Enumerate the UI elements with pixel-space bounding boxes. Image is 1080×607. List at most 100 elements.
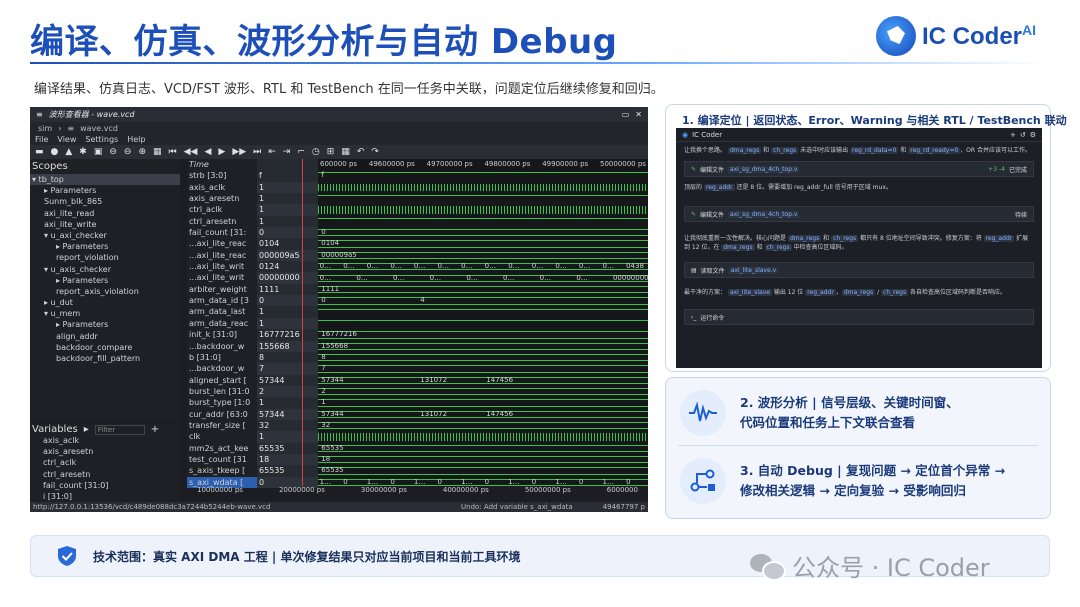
variable-item[interactable]: i [31:0]	[30, 491, 180, 502]
waveform-row[interactable]: 32	[318, 420, 648, 431]
tool-card-run-command[interactable]: ›_ 运行命令	[684, 309, 1034, 325]
signal-name[interactable]: s_axis_tkeep [	[187, 465, 257, 476]
menu-item-view[interactable]: View	[57, 135, 76, 144]
signal-name[interactable]: mm2s_act_kee	[187, 443, 257, 454]
waveform-row[interactable]: 57344 131072 147456	[318, 409, 648, 420]
waveform-row[interactable]: 65535	[318, 465, 648, 476]
toolbar-button-12[interactable]: ▶	[218, 147, 225, 157]
signal-name[interactable]: transfer_size [	[187, 420, 257, 431]
signal-name[interactable]: init_k [31:0]	[187, 329, 257, 340]
window-menu-icon[interactable]: ≡	[36, 110, 43, 119]
signal-name[interactable]: ...axi_lite_reac	[187, 250, 257, 261]
toolbar-button-16[interactable]: ⇥	[283, 147, 291, 157]
toolbar-button-2[interactable]: ▲	[65, 147, 72, 157]
scope-item[interactable]: report_axis_violation	[30, 286, 180, 297]
toolbar-button-6[interactable]: ⊖	[124, 147, 132, 157]
add-variable-icon[interactable]: +	[151, 424, 159, 435]
waveform-row[interactable]	[318, 318, 648, 329]
waveform-row[interactable]: f	[318, 170, 648, 181]
waveform-row[interactable]	[318, 204, 648, 215]
waveform-row[interactable]: 04	[318, 295, 648, 306]
signal-name[interactable]: ...axi_lite_writ	[187, 272, 257, 283]
scope-item[interactable]: Sunm_blk_865	[30, 196, 180, 207]
signal-name[interactable]: ...axi_lite_reac	[187, 238, 257, 249]
signal-name[interactable]: strb [3:0]	[187, 170, 257, 181]
signal-name[interactable]: arm_data_id [3	[187, 295, 257, 306]
scope-item[interactable]: axi_lite_read	[30, 208, 180, 219]
waveform-row[interactable]: 57344 131072 147456	[318, 375, 648, 386]
toolbar-button-21[interactable]: ↶	[357, 147, 365, 157]
waveform-row[interactable]: 0… 0… 0… 0… 0… 0… 0… 0… 0… 0… 0… 0… 0… 0438	[318, 261, 648, 272]
tab-sim[interactable]: sim	[38, 124, 52, 133]
signal-name[interactable]: ctrl_aresetn	[187, 216, 257, 227]
toolbar-button-0[interactable]: ▬	[35, 147, 44, 157]
close-icon[interactable]: ✕	[635, 110, 642, 119]
scope-item[interactable]: ▾ tb_top	[30, 174, 180, 186]
waveform-row[interactable]: 155668	[318, 341, 648, 352]
filter-chevron-icon[interactable]: ▸	[84, 424, 89, 435]
scope-item[interactable]: ▸ Parameters	[30, 185, 180, 196]
waveform-row[interactable]: 8	[318, 352, 648, 363]
signal-name[interactable]: arm_data_last	[187, 306, 257, 317]
waveform-row[interactable]	[318, 307, 648, 318]
variable-item[interactable]: ctrl_aresetn	[30, 469, 180, 480]
variable-item[interactable]: axis_aresetn	[30, 446, 180, 457]
signal-name[interactable]: fail_count [31:	[187, 227, 257, 238]
waveform-row[interactable]: 65535	[318, 443, 648, 454]
waveform-row[interactable]: 000009a5	[318, 250, 648, 261]
waveform-row[interactable]: 7	[318, 363, 648, 374]
scope-item[interactable]: ▸ Parameters	[30, 275, 180, 286]
waveform-row[interactable]	[318, 193, 648, 204]
toolbar-button-1[interactable]: ●	[51, 147, 59, 157]
toolbar-button-7[interactable]: ⊕	[138, 147, 146, 157]
waveform-row[interactable]: 0… 0… 0… 0… 0… 0… 0… 0… 00000000	[318, 273, 648, 284]
signal-name[interactable]: aligned_start [	[187, 375, 257, 386]
signal-name[interactable]: ...axi_lite_writ	[187, 261, 257, 272]
variable-item[interactable]: fail_count [31:0]	[30, 480, 180, 491]
toolbar-button-18[interactable]: ◷	[312, 147, 320, 157]
toolbar-button-5[interactable]: ⊖	[109, 147, 117, 157]
toolbar-button-22[interactable]: ↷	[371, 147, 379, 157]
toolbar-button-14[interactable]: ⏭	[253, 147, 261, 157]
waveform-row[interactable]: 16777216	[318, 329, 648, 340]
signal-name[interactable]: b [31:0]	[187, 352, 257, 363]
toolbar-button-20[interactable]: ▦	[341, 147, 350, 157]
signal-name[interactable]: arbiter_weight	[187, 284, 257, 295]
waveform-row[interactable]: 18	[318, 454, 648, 465]
tool-card-edit-file[interactable]: ✎ 编辑文件 axi_sg_dma_4ch_top.v +3 -4 已完成	[684, 161, 1034, 177]
variables-filter-input[interactable]: Filter	[94, 424, 145, 435]
new-chat-icon[interactable]: +	[1010, 131, 1016, 139]
waveform-row[interactable]: 1	[318, 397, 648, 408]
viewer-file-tab[interactable]: sim › ≡ wave.vcd	[30, 122, 648, 134]
toolbar-button-19[interactable]: ⊞	[327, 147, 335, 157]
signal-name[interactable]: ...backdoor_w	[187, 363, 257, 374]
signal-name[interactable]: axis_aclk	[187, 182, 257, 193]
toolbar-button-11[interactable]: ◀	[204, 147, 211, 157]
time-cursor[interactable]	[302, 159, 303, 486]
scope-item[interactable]: ▾ u_axis_checker	[30, 264, 180, 275]
waveform-row[interactable]: 1111	[318, 284, 648, 295]
waveform-row[interactable]: 0104	[318, 238, 648, 249]
signal-name[interactable]: cur_addr [63:0	[187, 409, 257, 420]
scope-item[interactable]: ▸ u_dut	[30, 297, 180, 308]
scope-item[interactable]: ▾ u_axi_checker	[30, 230, 180, 241]
signal-name[interactable]: ctrl_aclk	[187, 204, 257, 215]
toolbar-button-17[interactable]: ⌐	[297, 147, 305, 157]
tab-file[interactable]: wave.vcd	[80, 124, 118, 133]
toolbar-button-10[interactable]: ◀◀	[184, 147, 198, 157]
toolbar-button-15[interactable]: ⇤	[268, 147, 276, 157]
waveform-row[interactable]: 2	[318, 386, 648, 397]
scope-item[interactable]: align_addr	[30, 331, 180, 342]
waveform-row[interactable]	[318, 182, 648, 193]
scope-item[interactable]: report_violation	[30, 252, 180, 263]
toolbar-button-9[interactable]: ⏮	[169, 147, 177, 157]
scope-item[interactable]: backdoor_fill_pattern	[30, 353, 180, 364]
signal-name[interactable]: ...backdoor_w	[187, 341, 257, 352]
gear-icon[interactable]: ⚙	[1030, 131, 1036, 139]
scope-item[interactable]: axi_lite_write	[30, 219, 180, 230]
variable-item[interactable]: ctrl_aclk	[30, 457, 180, 468]
toolbar-button-3[interactable]: ✱	[79, 147, 87, 157]
signal-name[interactable]: test_count [31	[187, 454, 257, 465]
tool-card-edit-file[interactable]: ✎ 编辑文件 axi_sg_dma_4ch_top.v 待续	[684, 206, 1034, 222]
scope-item[interactable]: ▾ u_mem	[30, 308, 180, 319]
